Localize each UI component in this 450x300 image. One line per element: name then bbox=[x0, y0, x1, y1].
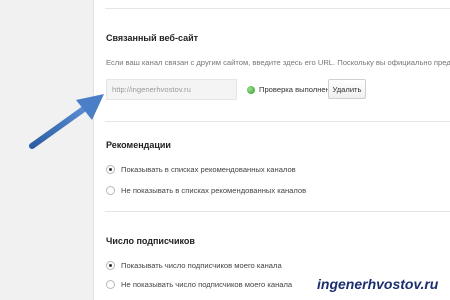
arrow-pointer-icon bbox=[29, 94, 104, 149]
site-watermark: ingenerhvostov.ru bbox=[317, 276, 439, 292]
radio-hide-from-recommendations[interactable]: Не показывать в списках рекомендованных … bbox=[106, 186, 306, 195]
divider bbox=[105, 211, 450, 212]
verification-text: Проверка выполнена bbox=[259, 85, 335, 94]
linked-site-description: Если ваш канал связан с другим сайтом, в… bbox=[106, 58, 450, 67]
linked-site-title: Связанный веб-сайт bbox=[106, 33, 199, 43]
check-status-icon bbox=[247, 85, 255, 94]
radio-label: Не показывать число подписчиков моего ка… bbox=[121, 280, 293, 289]
radio-button[interactable] bbox=[106, 261, 115, 270]
settings-panel bbox=[93, 0, 450, 300]
subscribers-title: Число подписчиков bbox=[106, 236, 195, 246]
radio-button[interactable] bbox=[106, 165, 115, 174]
recommendations-title: Рекомендации bbox=[106, 140, 171, 150]
radio-label: Показывать в списках рекомендованных кан… bbox=[121, 165, 296, 174]
radio-label: Показывать число подписчиков моего канал… bbox=[121, 261, 282, 270]
divider bbox=[105, 8, 450, 9]
radio-button[interactable] bbox=[106, 186, 115, 195]
remove-button[interactable]: Удалить bbox=[328, 79, 366, 99]
website-url-input[interactable] bbox=[106, 79, 237, 100]
radio-hide-subscriber-count[interactable]: Не показывать число подписчиков моего ка… bbox=[106, 280, 292, 289]
radio-show-in-recommendations[interactable]: Показывать в списках рекомендованных кан… bbox=[106, 165, 296, 174]
radio-label: Не показывать в списках рекомендованных … bbox=[121, 186, 307, 195]
verification-status: Проверка выполнена bbox=[247, 85, 334, 94]
radio-button[interactable] bbox=[106, 280, 115, 289]
divider bbox=[105, 121, 450, 122]
radio-show-subscriber-count[interactable]: Показывать число подписчиков моего канал… bbox=[106, 261, 282, 270]
